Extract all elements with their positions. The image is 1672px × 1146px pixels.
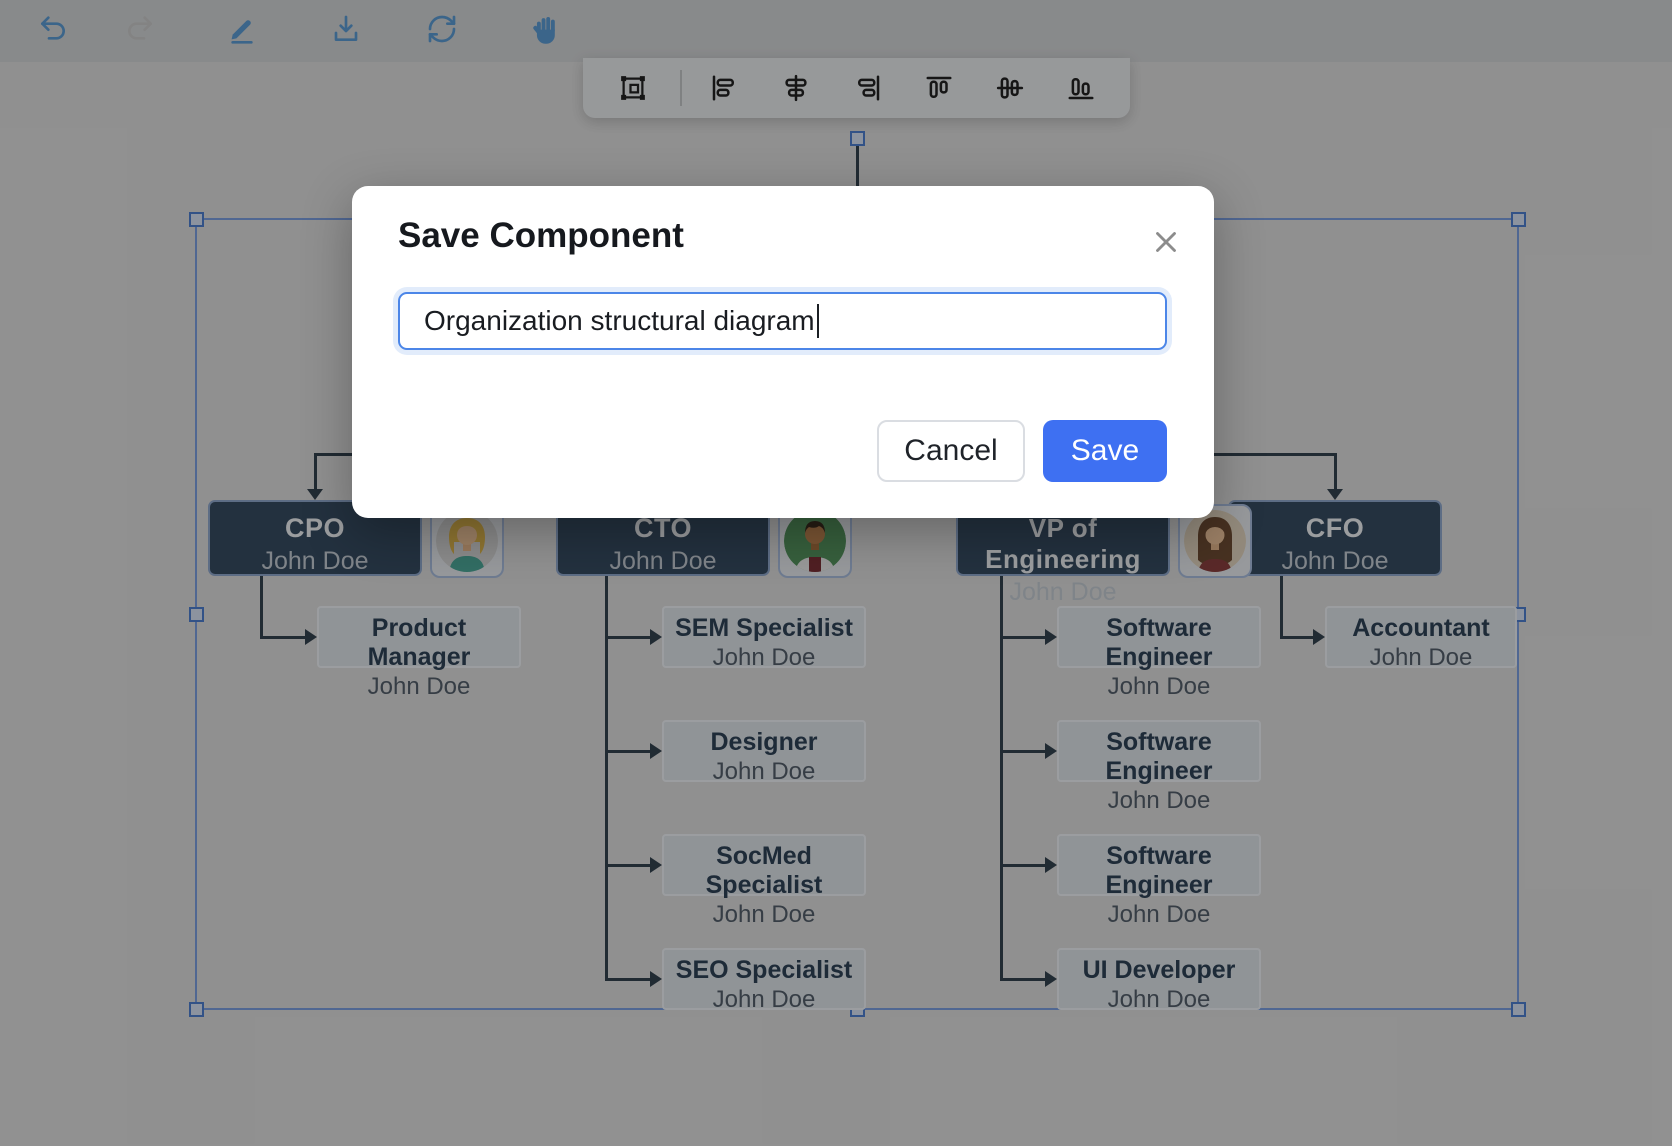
modal-backdrop — [0, 0, 1672, 1146]
app-window: CPO John Doe CTO John Doe VP of Engineer… — [0, 0, 1672, 1146]
save-button[interactable]: Save — [1043, 420, 1167, 482]
close-icon — [1149, 225, 1183, 259]
cancel-button-label: Cancel — [904, 434, 997, 468]
text-cursor — [817, 304, 819, 338]
component-name-value: Organization structural diagram — [424, 305, 815, 337]
save-button-label: Save — [1071, 434, 1139, 468]
component-name-input[interactable]: Organization structural diagram — [398, 292, 1167, 350]
save-component-dialog: Save Component Organization structural d… — [352, 186, 1214, 518]
dialog-title: Save Component — [398, 216, 684, 256]
close-button[interactable] — [1146, 222, 1186, 262]
cancel-button[interactable]: Cancel — [877, 420, 1025, 482]
